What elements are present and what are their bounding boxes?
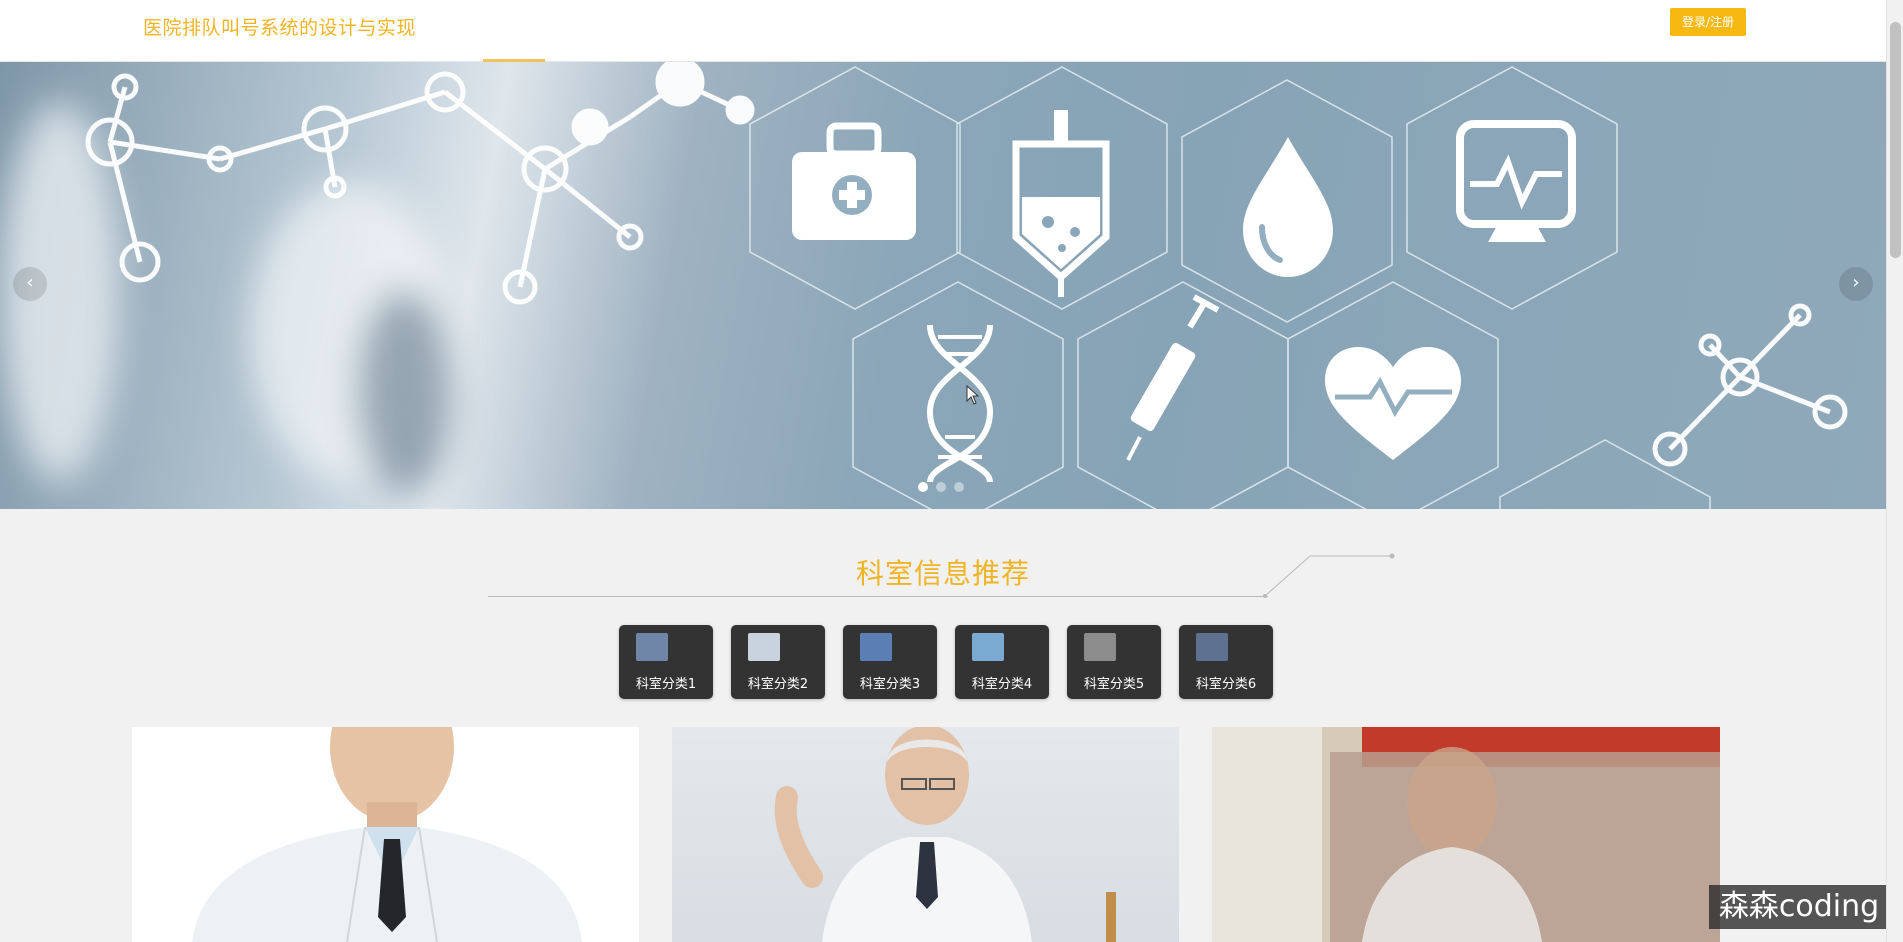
carousel-dot-1[interactable] xyxy=(918,482,928,492)
hexagon-grid xyxy=(749,66,1711,509)
category-label: 科室分类3 xyxy=(859,677,921,692)
category-label: 科室分类6 xyxy=(1195,677,1257,692)
category-thumbnail xyxy=(1084,633,1116,661)
blood-drop-icon xyxy=(1243,137,1333,277)
category-label: 科室分类2 xyxy=(747,677,809,692)
login-register-button[interactable]: 登录/注册 xyxy=(1670,8,1746,36)
doctor-photo xyxy=(192,727,582,942)
category-item-5[interactable]: 科室分类5 xyxy=(1067,625,1161,699)
heart-monitor-icon xyxy=(1456,120,1576,242)
mouse-cursor-icon xyxy=(966,385,980,405)
site-title[interactable]: 医院排队叫号系统的设计与实现 xyxy=(143,13,416,40)
category-thumbnail xyxy=(748,633,780,661)
category-label: 科室分类5 xyxy=(1083,677,1145,692)
category-thumbnail xyxy=(636,633,668,661)
category-label: 科室分类1 xyxy=(635,677,697,692)
category-item-1[interactable]: 科室分类1 xyxy=(619,625,713,699)
carousel-dot-3[interactable] xyxy=(954,482,964,492)
banner-carousel[interactable]: ‹ › xyxy=(0,62,1886,509)
department-card-2[interactable] xyxy=(672,727,1179,942)
department-card-1[interactable] xyxy=(132,727,639,942)
category-thumbnail xyxy=(1196,633,1228,661)
carousel-dots xyxy=(918,482,964,492)
doctor-photo xyxy=(1212,727,1720,942)
carousel-dot-2[interactable] xyxy=(936,482,946,492)
carousel-prev-arrow[interactable]: ‹ xyxy=(13,267,47,301)
heart-icon xyxy=(1325,347,1461,460)
category-item-6[interactable]: 科室分类6 xyxy=(1179,625,1273,699)
category-list: 科室分类1 科室分类2 科室分类3 科室分类4 科室分类5 科室分类6 xyxy=(619,625,1273,699)
category-item-3[interactable]: 科室分类3 xyxy=(843,625,937,699)
section-title-underline xyxy=(488,596,1268,597)
watermark-text: 森森coding xyxy=(1709,885,1889,929)
iv-bag-icon xyxy=(1012,110,1110,297)
molecule-network-icon xyxy=(85,62,755,305)
scrollbar-thumb[interactable] xyxy=(1890,22,1901,258)
syringe-icon xyxy=(1126,294,1220,461)
category-thumbnail xyxy=(972,633,1004,661)
section-title: 科室信息推荐 xyxy=(855,557,1030,590)
molecule-network-icon xyxy=(1652,303,1848,467)
category-item-4[interactable]: 科室分类4 xyxy=(955,625,1049,699)
dna-helix-icon xyxy=(926,324,994,483)
title-decoration-line xyxy=(1263,553,1395,598)
scrollbar[interactable] xyxy=(1886,0,1903,942)
medical-hex-graphic xyxy=(85,62,1848,509)
doctor-photo xyxy=(774,727,1116,942)
first-aid-kit-icon xyxy=(792,122,916,240)
category-item-2[interactable]: 科室分类2 xyxy=(731,625,825,699)
carousel-next-arrow[interactable]: › xyxy=(1839,267,1873,301)
page: 医院排队叫号系统的设计与实现 登录/注册 ‹ › 科室信息推荐 科室分类1 科室… xyxy=(0,0,1903,942)
category-label: 科室分类4 xyxy=(971,677,1033,692)
department-card-3[interactable] xyxy=(1212,727,1720,942)
header: 医院排队叫号系统的设计与实现 登录/注册 xyxy=(0,0,1886,62)
category-thumbnail xyxy=(860,633,892,661)
